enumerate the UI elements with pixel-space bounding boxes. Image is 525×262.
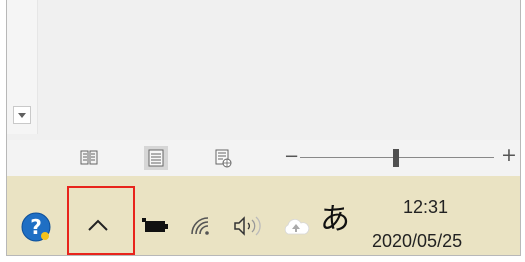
print-layout-button[interactable] xyxy=(144,146,168,170)
speaker-icon[interactable] xyxy=(232,215,266,237)
zoom-in-button[interactable]: + xyxy=(501,144,517,166)
zoom-out-button[interactable]: − xyxy=(284,146,299,167)
print-layout-icon xyxy=(148,149,164,167)
help-icon[interactable]: ? xyxy=(21,212,51,242)
vertical-scrollbar[interactable] xyxy=(7,0,38,134)
taskbar: ? あ 12:31 2020/05/25 xyxy=(7,176,520,255)
read-mode-icon xyxy=(80,150,98,165)
wifi-icon[interactable] xyxy=(190,216,212,236)
clock-time[interactable]: 12:31 xyxy=(403,197,448,218)
ime-indicator[interactable]: あ xyxy=(320,205,350,235)
document-area[interactable] xyxy=(7,0,520,140)
read-mode-button[interactable] xyxy=(79,148,99,168)
zoom-slider-thumb[interactable] xyxy=(393,149,399,167)
chevron-up-icon[interactable] xyxy=(87,218,109,232)
onedrive-cloud-icon[interactable] xyxy=(282,218,310,236)
battery-icon[interactable] xyxy=(142,218,168,234)
scroll-down-button[interactable] xyxy=(13,106,31,124)
svg-text:?: ? xyxy=(30,215,42,239)
clock-date[interactable]: 2020/05/25 xyxy=(372,231,462,252)
window-frame: − + ? あ 12:31 2020/05/25 xyxy=(6,0,521,256)
web-layout-icon xyxy=(215,149,232,168)
status-bar: − + xyxy=(7,140,520,176)
web-layout-button[interactable] xyxy=(213,148,233,168)
